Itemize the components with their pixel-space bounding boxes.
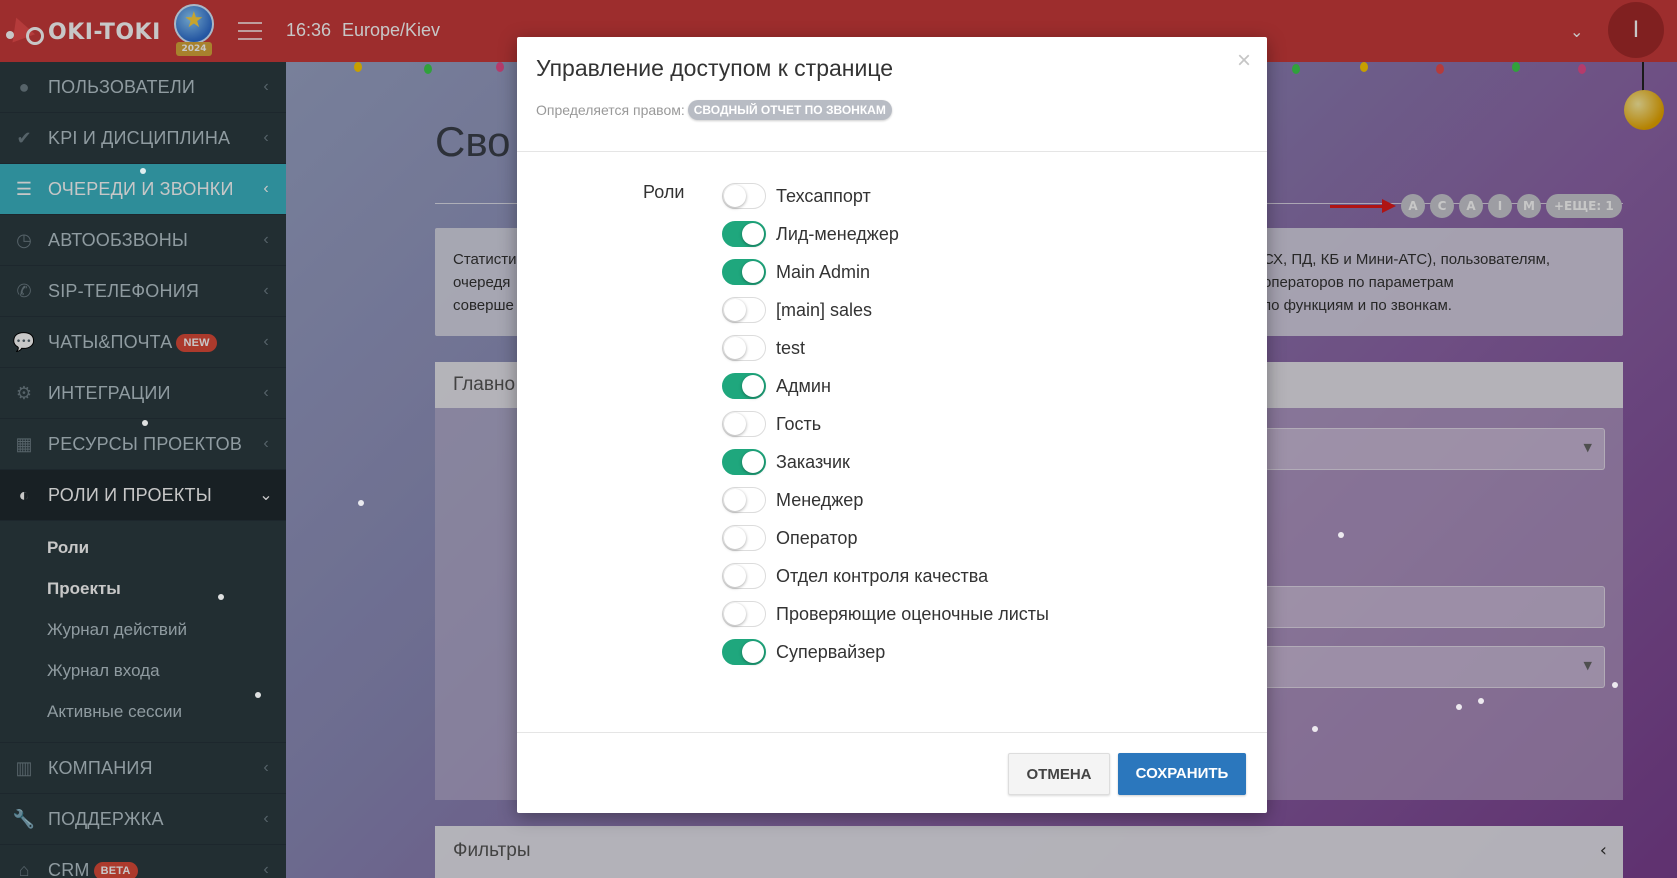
access-control-modal: × Управление доступом к странице Определ… — [517, 37, 1267, 813]
role-toggle[interactable] — [722, 373, 766, 399]
save-button[interactable]: СОХРАНИТЬ — [1118, 753, 1246, 795]
right-badge: СВОДНЫЙ ОТЧЕТ ПО ЗВОНКАМ — [687, 100, 892, 120]
role-name: Main Admin — [776, 261, 871, 282]
snowflake — [1478, 698, 1484, 704]
modal-title: Управление доступом к странице — [536, 55, 894, 81]
role-row: Лид-менеджер — [722, 215, 1049, 253]
roles-label: Роли — [643, 182, 685, 202]
snowflake — [142, 420, 148, 426]
role-name: test — [776, 337, 806, 358]
role-row: Заказчик — [722, 443, 1049, 481]
role-name: Супервайзер — [776, 641, 886, 662]
role-row: Супервайзер — [722, 633, 1049, 671]
snowflake — [140, 168, 146, 174]
role-toggle[interactable] — [722, 449, 766, 475]
role-name: [main] sales — [776, 299, 873, 320]
role-row: Отдел контроля качества — [722, 557, 1049, 595]
role-name: Оператор — [776, 527, 858, 548]
cancel-button[interactable]: ОТМЕНА — [1008, 753, 1110, 795]
role-toggle[interactable] — [722, 563, 766, 589]
roles-list: Техсаппорт Лид-менеджер Main Admin [main… — [722, 177, 1049, 671]
snowflake — [218, 594, 224, 600]
role-row: Проверяющие оценочные листы — [722, 595, 1049, 633]
role-toggle[interactable] — [722, 335, 766, 361]
role-name: Техсаппорт — [776, 185, 871, 206]
role-name: Лид-менеджер — [776, 223, 899, 244]
snowflake — [358, 500, 364, 506]
role-row: Техсаппорт — [722, 177, 1049, 215]
snowflake — [1312, 726, 1318, 732]
close-icon[interactable]: × — [1237, 47, 1251, 75]
role-toggle[interactable] — [722, 221, 766, 247]
snowflake — [1612, 682, 1618, 688]
role-name: Проверяющие оценочные листы — [776, 603, 1049, 624]
role-name: Отдел контроля качества — [776, 565, 989, 586]
role-name: Админ — [776, 375, 831, 396]
role-row: Main Admin — [722, 253, 1049, 291]
snowflake — [1456, 704, 1462, 710]
role-name: Заказчик — [776, 451, 850, 472]
role-toggle[interactable] — [722, 183, 766, 209]
role-toggle[interactable] — [722, 639, 766, 665]
role-row: [main] sales — [722, 291, 1049, 329]
role-toggle[interactable] — [722, 525, 766, 551]
role-row: test — [722, 329, 1049, 367]
subtitle-prefix: Определяется правом: — [536, 102, 685, 118]
role-toggle[interactable] — [722, 259, 766, 285]
role-row: Менеджер — [722, 481, 1049, 519]
role-toggle[interactable] — [722, 297, 766, 323]
role-toggle[interactable] — [722, 601, 766, 627]
modal-subtitle: Определяется правом: СВОДНЫЙ ОТЧЕТ ПО ЗВ… — [536, 100, 892, 120]
role-name: Менеджер — [776, 489, 864, 510]
role-name: Гость — [776, 413, 822, 434]
modal-header-divider — [517, 151, 1267, 152]
role-row: Гость — [722, 405, 1049, 443]
role-row: Оператор — [722, 519, 1049, 557]
snowflake — [1338, 532, 1344, 538]
role-row: Админ — [722, 367, 1049, 405]
modal-footer-divider — [517, 732, 1267, 733]
role-toggle[interactable] — [722, 487, 766, 513]
snowflake — [255, 692, 261, 698]
role-toggle[interactable] — [722, 411, 766, 437]
